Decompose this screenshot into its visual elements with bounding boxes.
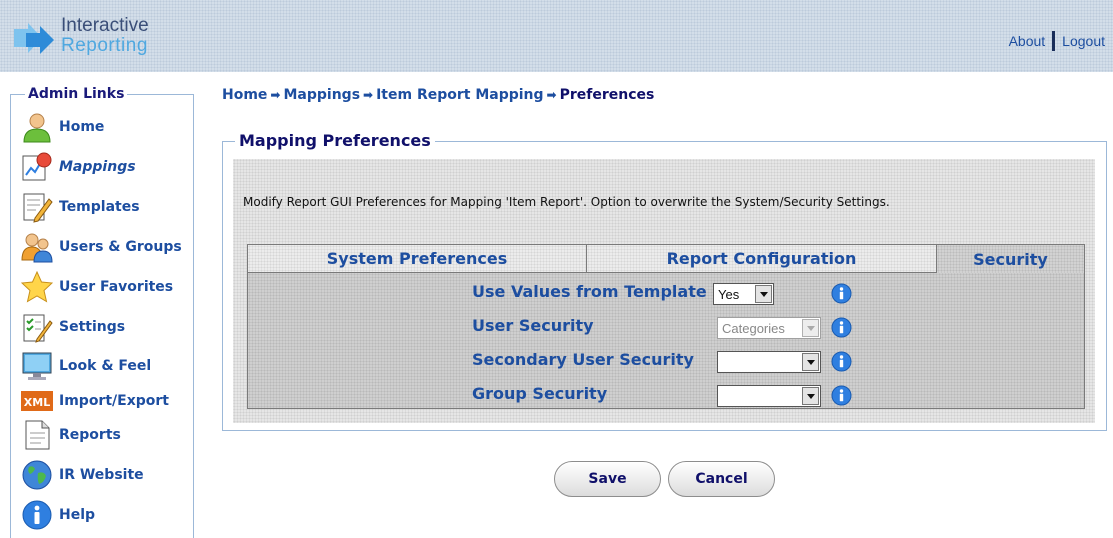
tab-security[interactable]: Security: [937, 245, 1084, 273]
breadcrumb-arrow-icon: ➡: [546, 88, 557, 102]
group-security-label: Group Security: [472, 384, 608, 403]
sidebar-item-label: IR Website: [59, 467, 144, 483]
sidebar-item-label: Help: [59, 507, 96, 523]
secondary-user-security-label: Secondary User Security: [472, 350, 694, 369]
user-security-label: User Security: [472, 316, 594, 335]
sidebar-item-users-groups[interactable]: Users & Groups: [21, 230, 191, 264]
sidebar-item-help[interactable]: Help: [21, 498, 191, 532]
security-tab-content: Use Values from Template Yes User Securi…: [248, 273, 1084, 408]
users-groups-icon: [21, 233, 53, 263]
star-icon: [21, 271, 53, 303]
sidebar-item-settings[interactable]: Settings: [21, 310, 191, 344]
monitor-icon: [22, 352, 52, 380]
panel-description: Modify Report GUI Preferences for Mappin…: [243, 195, 890, 209]
panel-body: Modify Report GUI Preferences for Mappin…: [233, 159, 1095, 423]
breadcrumb-current: Preferences: [559, 87, 655, 103]
breadcrumb: Home ➡ Mappings ➡ Item Report Mapping ➡ Prefer…: [222, 87, 654, 103]
globe-icon: [22, 460, 52, 490]
tab-report-configuration[interactable]: Report Configuration: [587, 245, 937, 273]
sidebar-item-label: Look & Feel: [59, 358, 152, 374]
logout-link[interactable]: Logout: [1062, 33, 1105, 49]
sidebar-item-label: Reports: [59, 427, 121, 443]
group-security-row: Group Security: [472, 382, 872, 408]
breadcrumb-mappings[interactable]: Mappings: [283, 87, 360, 103]
templates-icon: [23, 193, 53, 223]
sidebar-item-home[interactable]: Home: [21, 110, 191, 144]
chevron-down-icon[interactable]: [802, 319, 819, 337]
about-link[interactable]: About: [1009, 33, 1046, 49]
info-icon[interactable]: [831, 351, 852, 372]
info-icon[interactable]: [831, 283, 852, 304]
sidebar-item-reports[interactable]: Reports: [21, 418, 191, 452]
sidebar-item-ir-website[interactable]: IR Website: [21, 458, 191, 492]
logo-arrow-icon: [14, 23, 54, 54]
mappings-icon: [22, 152, 52, 181]
user-icon: [23, 113, 51, 143]
admin-links-sidebar: Admin Links Home Mappings Templates User…: [10, 86, 194, 538]
mapping-preferences-panel: Mapping Preferences Modify Report GUI Pr…: [222, 131, 1107, 431]
secondary-user-security-select[interactable]: [717, 351, 821, 373]
secondary-user-security-row: Secondary User Security: [472, 348, 872, 374]
document-icon: [25, 420, 50, 450]
sidebar-item-label: Templates: [59, 199, 140, 215]
user-security-select[interactable]: Categories: [717, 317, 821, 339]
svg-text:XML: XML: [24, 396, 50, 409]
xml-icon: XML: [21, 391, 53, 411]
chevron-down-icon[interactable]: [802, 387, 819, 405]
use-values-value: Yes: [718, 287, 740, 302]
chevron-down-icon[interactable]: [802, 353, 819, 371]
tab-system-preferences[interactable]: System Preferences: [248, 245, 587, 273]
info-icon[interactable]: [831, 317, 852, 338]
user-security-row: User Security Categories: [472, 314, 872, 340]
sidebar-item-label: Import/Export: [59, 393, 169, 409]
sidebar-item-label: Users & Groups: [59, 239, 182, 255]
logo-text-interactive: Interactive: [61, 15, 149, 36]
sidebar-title: Admin Links: [25, 86, 128, 102]
use-values-row: Use Values from Template Yes: [472, 280, 872, 306]
logo-text-reporting: Reporting: [61, 35, 148, 56]
save-button[interactable]: Save: [554, 461, 661, 497]
use-values-label: Use Values from Template: [472, 282, 707, 301]
sidebar-item-label: User Favorites: [59, 279, 174, 295]
breadcrumb-arrow-icon: ➡: [363, 88, 374, 102]
preferences-tabs: System Preferences Report Configuration …: [247, 244, 1085, 409]
sidebar-item-user-favorites[interactable]: User Favorites: [21, 270, 191, 304]
sidebar-item-look-feel[interactable]: Look & Feel: [21, 349, 191, 383]
settings-icon: [23, 314, 53, 343]
breadcrumb-item-report-mapping[interactable]: Item Report Mapping: [376, 87, 543, 103]
user-security-value: Categories: [722, 321, 785, 336]
sidebar-item-mappings[interactable]: Mappings: [21, 150, 191, 184]
info-icon: [22, 500, 52, 530]
app-header: Interactive Reporting About Logout: [0, 0, 1113, 72]
sidebar-item-label: Mappings: [59, 159, 136, 175]
panel-title: Mapping Preferences: [235, 131, 435, 150]
breadcrumb-arrow-icon: ➡: [270, 88, 281, 102]
sidebar-item-label: Settings: [59, 319, 126, 335]
top-links: About Logout: [1009, 31, 1105, 51]
top-links-divider: [1052, 31, 1056, 51]
sidebar-item-templates[interactable]: Templates: [21, 190, 191, 224]
group-security-select[interactable]: [717, 385, 821, 407]
sidebar-item-label: Home: [59, 119, 105, 135]
app-logo[interactable]: Interactive Reporting: [14, 13, 174, 59]
sidebar-item-import-export[interactable]: XML Import/Export: [21, 384, 191, 418]
use-values-select[interactable]: Yes: [713, 283, 774, 305]
cancel-button[interactable]: Cancel: [668, 461, 775, 497]
breadcrumb-home[interactable]: Home: [222, 87, 267, 103]
info-icon[interactable]: [831, 385, 852, 406]
chevron-down-icon[interactable]: [755, 285, 772, 303]
